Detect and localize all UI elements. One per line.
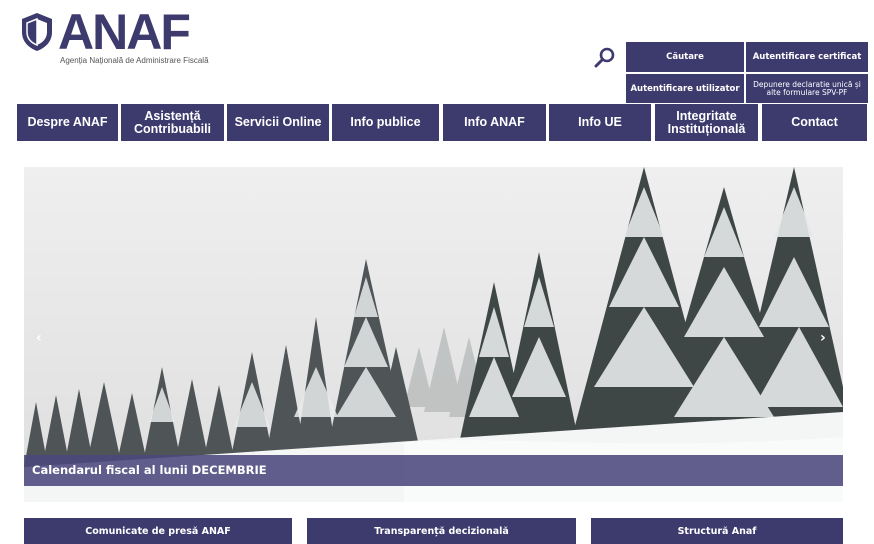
transparency-button[interactable]: Transparență decizională	[307, 518, 576, 544]
certificate-login-button[interactable]: Autentificare certificat	[746, 42, 868, 72]
main-nav: Despre ANAF Asistență Contribuabili Serv…	[17, 104, 869, 141]
top-links: Căutare Autentificare certificat Autenti…	[626, 42, 868, 103]
logo-text: ANAF	[58, 4, 191, 60]
user-login-button[interactable]: Autentificare utilizator	[626, 74, 744, 103]
slide-caption[interactable]: Calendarul fiscal al lunii DECEMBRIE	[32, 455, 267, 486]
hero-slider[interactable]: ‹ › Calendarul fiscal al lunii DECEMBRIE	[24, 167, 843, 502]
snowy-forest-image	[24, 167, 843, 502]
nav-servicii-online[interactable]: Servicii Online	[227, 104, 329, 141]
nav-info-publice[interactable]: Info publice	[332, 104, 439, 141]
nav-asistenta-contribuabili[interactable]: Asistență Contribuabili	[121, 104, 224, 141]
nav-integritate-institutionala[interactable]: Integritate Instituțională	[655, 104, 758, 141]
nav-info-anaf[interactable]: Info ANAF	[443, 104, 546, 141]
nav-info-ue[interactable]: Info UE	[549, 104, 651, 141]
press-releases-button[interactable]: Comunicate de presă ANAF	[24, 518, 292, 544]
structure-button[interactable]: Structură Anaf	[591, 518, 843, 544]
search-button[interactable]: Căutare	[626, 42, 744, 72]
slider-prev-arrow[interactable]: ‹	[36, 330, 42, 346]
submit-declaration-button[interactable]: Depunere declaratie unică și alte formul…	[746, 74, 868, 103]
slide-caption-band: Calendarul fiscal al lunii DECEMBRIE	[24, 455, 843, 486]
logo-subtitle: Agenția Națională de Administrare Fiscal…	[60, 56, 209, 65]
nav-despre-anaf[interactable]: Despre ANAF	[17, 104, 118, 141]
shield-icon	[22, 13, 52, 51]
search-icon[interactable]	[593, 46, 617, 70]
nav-contact[interactable]: Contact	[762, 104, 867, 141]
anaf-logo[interactable]: ANAF Agenția Națională de Administrare F…	[20, 4, 240, 70]
slider-next-arrow[interactable]: ›	[820, 330, 826, 346]
